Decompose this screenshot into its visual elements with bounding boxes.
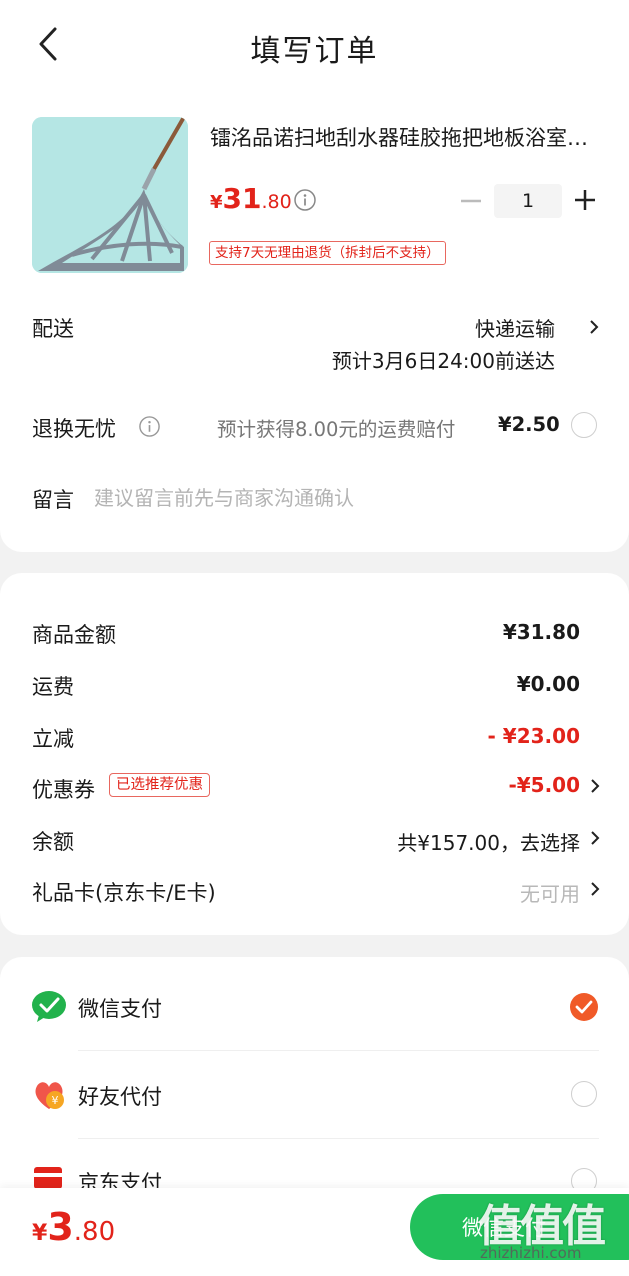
delivery-eta: 预计3月6日24:00前送达 <box>331 349 555 373</box>
price-integer: 31 <box>222 182 262 215</box>
product-image[interactable] <box>32 117 188 273</box>
message-label: 留言 <box>32 488 74 512</box>
product-price: ¥31.80 <box>210 182 292 215</box>
friend-pay-radio[interactable] <box>571 1081 597 1107</box>
price-info-icon[interactable] <box>293 188 317 212</box>
order-total: ¥3.80 <box>32 1205 115 1249</box>
header: 填写订单 <box>0 0 629 88</box>
total-currency: ¥ <box>32 1221 48 1246</box>
submit-payment-button[interactable]: 微信支付 <box>410 1194 629 1260</box>
chevron-right-icon[interactable] <box>587 879 603 899</box>
worry-free-info-icon[interactable] <box>138 415 161 438</box>
friend-pay-label[interactable]: 好友代付 <box>78 1081 162 1111</box>
worry-free-label: 退换无忧 <box>32 417 116 441</box>
quantity-input[interactable]: 1 <box>494 184 562 218</box>
divider <box>78 1050 599 1051</box>
wechat-pay-label[interactable]: 微信支付 <box>78 993 162 1023</box>
price-decimal: .80 <box>261 191 292 213</box>
delivery-label: 配送 <box>32 317 74 341</box>
goods-amount-value: ¥31.80 <box>502 620 580 644</box>
wechat-pay-icon <box>31 989 67 1025</box>
delivery-method[interactable]: 快递运输 <box>475 313 555 342</box>
friend-pay-icon: ¥ <box>31 1077 67 1113</box>
shipping-fee-value: ¥0.00 <box>516 672 580 696</box>
selected-check-icon[interactable] <box>569 992 599 1022</box>
worry-free-description: 预计获得8.00元的运费赔付 <box>217 418 456 441</box>
chevron-right-icon[interactable] <box>587 776 603 796</box>
minus-icon <box>461 199 481 203</box>
gift-card-label: 礼品卡(京东卡/E卡) <box>32 881 216 905</box>
return-policy-tag: 支持7天无理由退货（拆封后不支持） <box>209 241 446 265</box>
balance-value[interactable]: 共¥157.00，去选择 <box>397 827 580 856</box>
product-title[interactable]: 镭洺品诺扫地刮水器硅胶拖把地板浴室刮水神器 <box>210 122 600 152</box>
quantity-decrease-button[interactable] <box>458 188 484 214</box>
gift-card-value[interactable]: 无可用 <box>520 878 580 907</box>
coupon-label: 优惠券 <box>32 778 95 802</box>
goods-amount-label: 商品金额 <box>32 623 116 647</box>
instant-discount-label: 立减 <box>32 727 74 751</box>
quantity-increase-button[interactable] <box>571 186 599 214</box>
balance-label: 余额 <box>32 830 74 854</box>
message-input[interactable] <box>94 483 594 513</box>
worry-free-price: ¥2.50 <box>498 413 560 436</box>
shipping-fee-label: 运费 <box>32 675 74 699</box>
total-integer: 3 <box>47 1205 74 1249</box>
plus-icon <box>575 190 595 210</box>
coupon-recommended-tag: 已选推荐优惠 <box>109 773 210 797</box>
svg-text:¥: ¥ <box>52 1094 59 1107</box>
divider <box>78 1138 599 1139</box>
page-title: 填写订单 <box>250 34 379 69</box>
worry-free-radio[interactable] <box>571 412 597 438</box>
coupon-value[interactable]: -¥5.00 <box>508 773 580 797</box>
chevron-right-icon[interactable] <box>587 828 603 848</box>
total-decimal: .80 <box>73 1217 116 1247</box>
price-currency: ¥ <box>210 192 223 213</box>
chevron-right-icon[interactable] <box>585 317 603 337</box>
instant-discount-value: - ¥23.00 <box>487 724 580 748</box>
